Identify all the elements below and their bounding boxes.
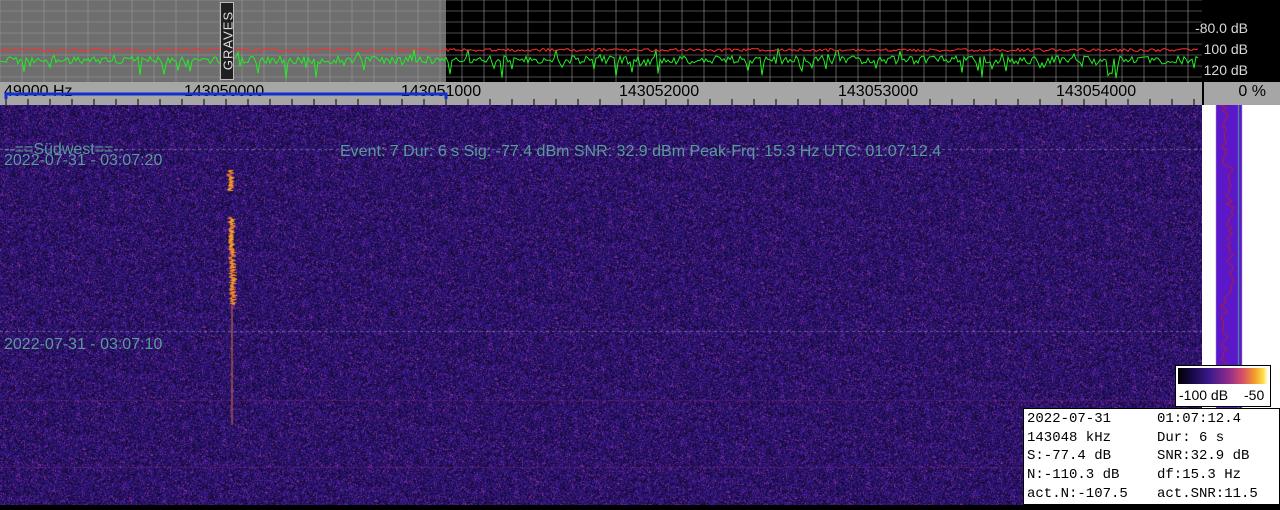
info-duration: Dur: 6 s bbox=[1157, 430, 1225, 446]
color-scale-max: -50 bbox=[1244, 387, 1265, 403]
info-frequency: 143048 kHz bbox=[1027, 430, 1112, 446]
info-act-noise: act.N:-107.5 bbox=[1027, 486, 1128, 502]
info-row: 143048 kHz Dur: 6 s bbox=[1027, 430, 1277, 448]
color-scale-min: -100 dB bbox=[1179, 387, 1229, 403]
freq-label-1: 143050000 bbox=[184, 83, 265, 100]
spectrum-display[interactable]: -80.0 dB 100 dB 120 dB GRAVES bbox=[0, 0, 1280, 82]
frequency-axis[interactable]: 49000 Hz 143050000 143051000 143052000 1… bbox=[0, 82, 1202, 105]
event-info-line: Event: 7 Dur: 6 s Sig: -77.4 dBm SNR: 32… bbox=[340, 143, 942, 160]
info-df: df:15.3 Hz bbox=[1157, 467, 1242, 483]
freq-label-4: 143053000 bbox=[838, 83, 919, 100]
waterfall-display[interactable]: --==Südwest==-- 2022-07-31 - 03:07:20 20… bbox=[0, 105, 1202, 505]
freq-label-2: 143051000 bbox=[401, 83, 482, 100]
graves-marker[interactable]: GRAVES bbox=[220, 2, 236, 80]
event-info-box: 2022-07-31 01:07:12.4 143048 kHz Dur: 6 … bbox=[1023, 408, 1280, 505]
graves-marker-label: GRAVES bbox=[220, 10, 236, 71]
freq-label-3: 143052000 bbox=[619, 83, 700, 100]
frequency-ticks bbox=[5, 99, 1195, 105]
spectrum-plot bbox=[0, 0, 1202, 82]
info-row: 2022-07-31 01:07:12.4 bbox=[1027, 411, 1277, 429]
freq-label-5: 143054000 bbox=[1056, 83, 1137, 100]
info-row: act.N:-107.5 act.SNR:11.5 bbox=[1027, 486, 1277, 504]
db-label-bottom: 120 dB bbox=[1203, 62, 1248, 78]
color-scale-gradient bbox=[1178, 368, 1268, 384]
color-scale-legend: -100 dB -50 bbox=[1175, 365, 1271, 407]
waterfall-canvas bbox=[0, 105, 1202, 505]
timestamp-lower: 2022-07-31 - 03:07:10 bbox=[4, 336, 163, 353]
info-row: N:-110.3 dB df:15.3 Hz bbox=[1027, 467, 1277, 485]
info-date: 2022-07-31 bbox=[1027, 411, 1112, 427]
info-noise: N:-110.3 dB bbox=[1027, 467, 1120, 483]
info-snr: SNR:32.9 dB bbox=[1157, 448, 1250, 464]
info-row: S:-77.4 dB SNR:32.9 dB bbox=[1027, 448, 1277, 466]
db-label-top: -80.0 dB bbox=[1195, 20, 1248, 36]
db-label-mid: 100 dB bbox=[1203, 41, 1248, 57]
timestamp-upper: 2022-07-31 - 03:07:20 bbox=[4, 152, 163, 169]
info-act-snr: act.SNR:11.5 bbox=[1157, 486, 1258, 502]
percent-indicator: 0 % bbox=[1202, 82, 1280, 105]
info-time: 01:07:12.4 bbox=[1157, 411, 1242, 427]
freq-label-0: 49000 Hz bbox=[4, 83, 73, 100]
info-signal: S:-77.4 dB bbox=[1027, 448, 1112, 464]
